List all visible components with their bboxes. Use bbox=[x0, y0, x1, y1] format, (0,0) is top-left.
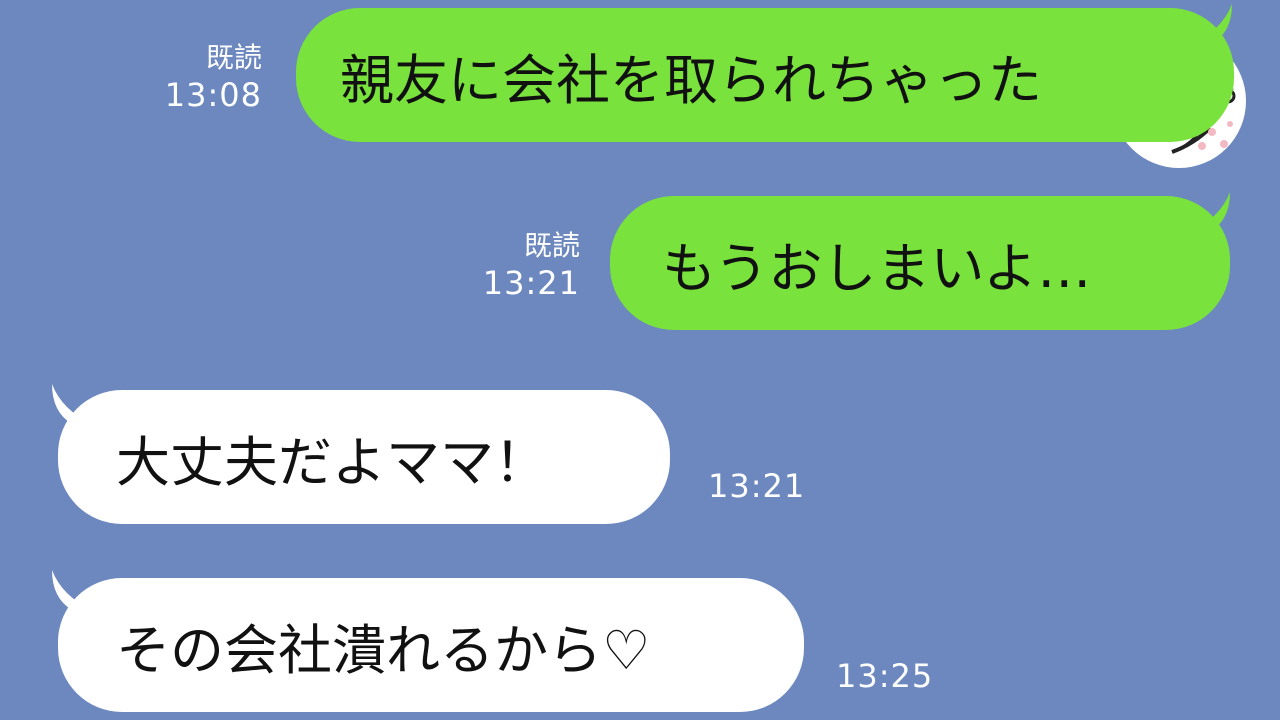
message-meta: 既読 13:21 bbox=[468, 228, 580, 303]
received-message-bubble[interactable]: その会社潰れるから♡ bbox=[58, 578, 804, 712]
message-time: 13:21 bbox=[708, 467, 806, 505]
message-meta: 既読 13:08 bbox=[150, 40, 262, 115]
message-time: 13:21 bbox=[482, 264, 580, 302]
message-meta: 13:21 bbox=[708, 466, 805, 506]
sent-message-bubble[interactable]: 親友に会社を取られちゃった bbox=[296, 8, 1234, 142]
chat-area: 既読 13:08 親友に会社を取られちゃった 既読 13:21 もうおしまいよ…… bbox=[0, 0, 1280, 720]
message-text: もうおしまいよ… bbox=[662, 236, 1092, 300]
message-meta: 13:25 bbox=[836, 656, 933, 696]
message-time: 13:08 bbox=[164, 76, 262, 114]
message-text: その会社潰れるから♡ bbox=[116, 618, 651, 682]
message-time: 13:25 bbox=[836, 657, 934, 695]
read-receipt: 既読 bbox=[205, 41, 262, 74]
read-receipt: 既読 bbox=[523, 229, 580, 262]
message-text: 親友に会社を取られちゃった bbox=[340, 48, 1042, 112]
sent-message-bubble[interactable]: もうおしまいよ… bbox=[610, 196, 1230, 330]
message-text: 大丈夫だよママ！ bbox=[116, 430, 548, 494]
received-message-bubble[interactable]: 大丈夫だよママ！ bbox=[58, 390, 670, 524]
